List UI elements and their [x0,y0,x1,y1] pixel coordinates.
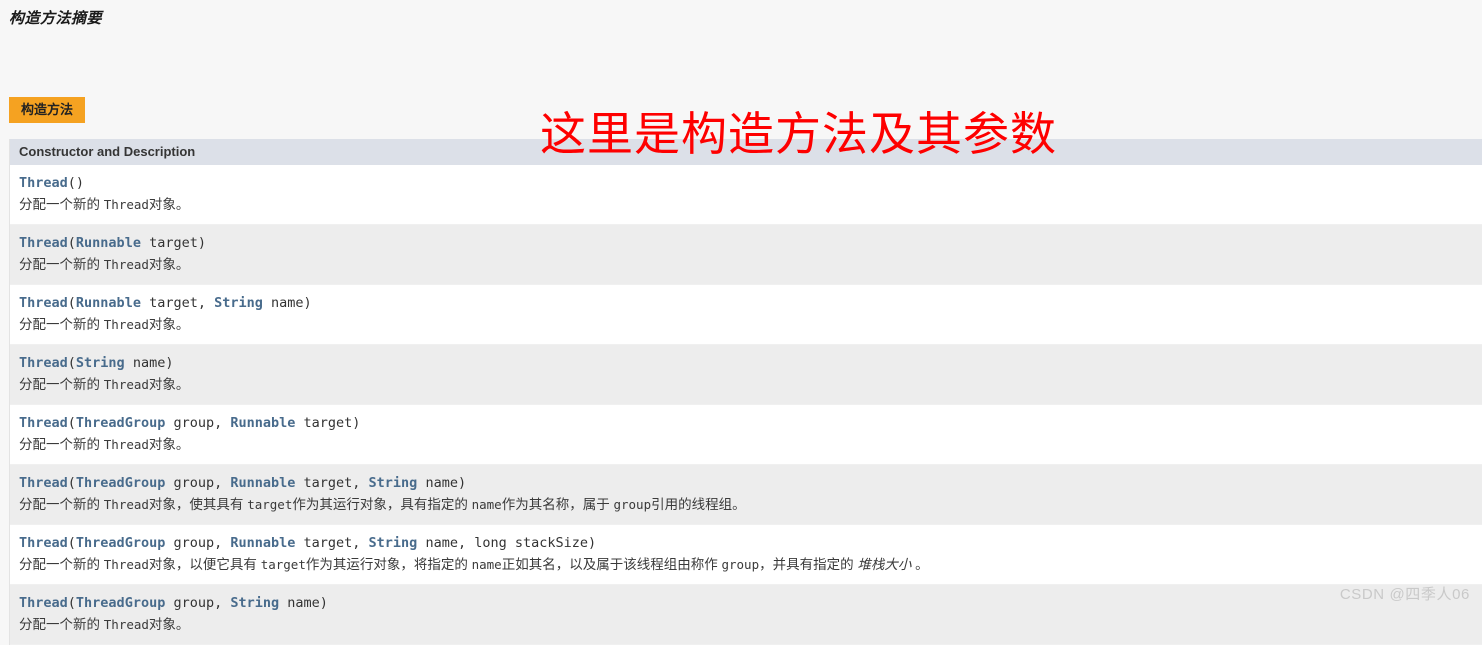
constructor-signature: Thread(Runnable target) [19,234,1482,253]
type-link[interactable]: Runnable [230,415,295,431]
table-row: Thread(ThreadGroup group, String name) 分配… [10,585,1482,645]
type-link[interactable]: ThreadGroup [76,475,165,491]
table-row: Thread(ThreadGroup group, Runnable targe… [10,525,1482,585]
constructor-summary-table: Constructor and Description Thread() 分配一个… [9,139,1482,645]
type-link[interactable]: Thread [19,355,68,371]
table-row: Thread(ThreadGroup group, Runnable targe… [10,465,1482,525]
table-row: Thread() 分配一个新的 Thread对象。 [10,165,1482,225]
tab-strip: 构造方法 [9,97,86,123]
type-link[interactable]: ThreadGroup [76,535,165,551]
type-link[interactable]: Thread [19,295,68,311]
signature-text: name, long stackSize) [417,535,597,551]
constructor-signature: Thread(Runnable target, String name) [19,294,1482,313]
signature-text: ( [67,235,76,251]
signature-text: name) [279,595,328,611]
constructor-description: 分配一个新的 Thread对象。 [19,317,190,332]
signature-text: name) [417,475,467,491]
signature-text: () [67,175,85,191]
table-row: Thread(String name) 分配一个新的 Thread对象。 [10,345,1482,405]
signature-text: target, [140,295,215,311]
constructor-description: 分配一个新的 Thread对象。 [19,197,190,212]
constructor-description: 分配一个新的 Thread对象。 [19,437,190,452]
type-link[interactable]: String [214,295,263,311]
type-link[interactable]: Runnable [76,295,141,311]
table-body: Thread() 分配一个新的 Thread对象。 Thread(Runnable … [10,165,1482,645]
signature-text: ( [67,295,76,311]
type-link[interactable]: Runnable [76,235,141,251]
table-row: Thread(ThreadGroup group, Runnable targe… [10,405,1482,465]
signature-text: target) [295,415,361,431]
page-title: 构造方法摘要 [9,10,103,27]
signature-text: ( [67,355,76,371]
type-link[interactable]: Runnable [230,535,295,551]
signature-text: group, [165,415,231,431]
signature-text: ( [67,595,76,611]
signature-text: group, [165,595,231,611]
constructor-signature: Thread(ThreadGroup group, Runnable targe… [19,474,1482,493]
signature-text: ( [67,475,76,491]
type-link[interactable]: String [230,595,279,611]
signature-text: group, [165,535,231,551]
constructor-description: 分配一个新的 Thread对象。 [19,257,190,272]
table-row: Thread(Runnable target) 分配一个新的 Thread对象。 [10,225,1482,285]
type-link[interactable]: ThreadGroup [76,415,165,431]
type-link[interactable]: Thread [19,595,68,611]
watermark: CSDN @四季人06 [1339,586,1470,603]
signature-text: ( [67,415,76,431]
signature-text: name) [124,355,174,371]
constructor-signature: Thread(ThreadGroup group, String name) [19,594,1482,613]
type-link[interactable]: String [369,535,418,551]
type-link[interactable]: String [76,355,125,371]
type-link[interactable]: Thread [19,535,68,551]
signature-text: target, [295,535,369,551]
constructor-description: 分配一个新的 Thread对象。 [19,617,190,632]
type-link[interactable]: Thread [19,235,68,251]
constructor-description: 分配一个新的 Thread对象，以便它具有 target作为其运行对象，将指定的… [19,557,929,572]
signature-text: name) [262,295,312,311]
constructor-description: 分配一个新的 Thread对象，使其具有 target作为其运行对象，具有指定的… [19,497,746,512]
signature-text: group, [165,475,231,491]
signature-text: target, [295,475,369,491]
constructor-signature: Thread(ThreadGroup group, Runnable targe… [19,414,1482,433]
type-link[interactable]: Thread [19,415,68,431]
type-link[interactable]: Thread [19,475,68,491]
table-row: Thread(Runnable target, String name) 分配一个… [10,285,1482,345]
type-link[interactable]: String [369,475,418,491]
annotation-overlay: 这里是构造方法及其参数 [540,107,1057,161]
constructor-signature: Thread() [19,174,1482,193]
type-link[interactable]: Runnable [230,475,295,491]
constructor-description: 分配一个新的 Thread对象。 [19,377,190,392]
type-link[interactable]: ThreadGroup [76,595,165,611]
signature-text: ( [67,535,76,551]
constructor-signature: Thread(ThreadGroup group, Runnable targe… [19,534,1482,553]
signature-text: target) [140,235,206,251]
tab-constructors[interactable]: 构造方法 [9,97,86,123]
type-link[interactable]: Thread [19,175,68,191]
constructor-signature: Thread(String name) [19,354,1482,373]
